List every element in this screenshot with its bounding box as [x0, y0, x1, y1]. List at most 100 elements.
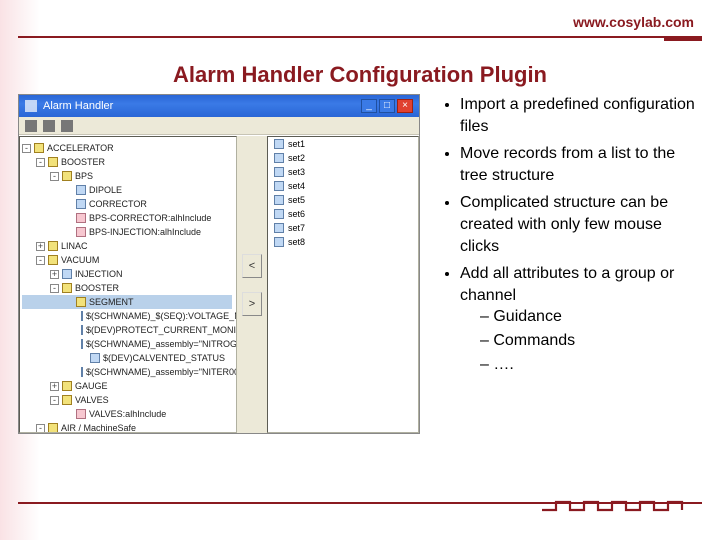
tree-node[interactable]: + INJECTION	[22, 267, 232, 281]
tree-node[interactable]: CORRECTOR	[22, 197, 232, 211]
close-button[interactable]: ×	[397, 99, 413, 113]
list-item-label: set7	[288, 221, 305, 235]
list-item-label: set3	[288, 165, 305, 179]
list-pane[interactable]: set1set2set3set4set5set6set7set8	[267, 136, 419, 433]
tree-expand-icon[interactable]: -	[50, 172, 59, 181]
tree-expand-icon[interactable]: +	[50, 270, 59, 279]
bullet-item: Import a predefined configuration files	[460, 94, 702, 137]
sub-bullet-item: Commands	[480, 330, 702, 352]
tree-node[interactable]: SEGMENT	[22, 295, 232, 309]
tree-node-icon	[62, 283, 72, 293]
list-item[interactable]: set6	[268, 207, 418, 221]
bullet-list: Import a predefined configuration files …	[440, 94, 702, 480]
list-item-label: set2	[288, 151, 305, 165]
tree-node-icon	[48, 157, 58, 167]
list-item[interactable]: set2	[268, 151, 418, 165]
list-item-label: set4	[288, 179, 305, 193]
tree-expand-icon[interactable]: -	[36, 158, 45, 167]
bullet-item: Move records from a list to the tree str…	[460, 143, 702, 186]
list-item-icon	[274, 209, 284, 219]
list-item-icon	[274, 153, 284, 163]
tree-expand-icon[interactable]: -	[50, 284, 59, 293]
tree-expand-icon[interactable]: +	[50, 382, 59, 391]
slide-title: Alarm Handler Configuration Plugin	[0, 62, 720, 88]
list-item[interactable]: set4	[268, 179, 418, 193]
tree-pane[interactable]: -ACCELERATOR-BOOSTER-BPSDIPOLECORRECTORB…	[19, 136, 237, 433]
tree-node[interactable]: - VACUUM	[22, 253, 232, 267]
crenellation-icon	[542, 500, 702, 520]
list-item-label: set1	[288, 137, 305, 151]
toolbar-icon[interactable]	[43, 120, 55, 132]
move-right-button[interactable]: >	[242, 292, 262, 316]
transfer-pane: < >	[237, 136, 267, 433]
tree-node[interactable]: + GAUGE	[22, 379, 232, 393]
bullet-item: Add all attributes to a group or channel…	[460, 263, 702, 375]
tree-node-icon	[62, 171, 72, 181]
list-item-icon	[274, 139, 284, 149]
app-icon	[25, 100, 37, 112]
tree-node[interactable]: - ACCELERATOR	[22, 141, 232, 155]
window-titlebar: Alarm Handler _ □ ×	[19, 95, 419, 117]
tree-node-label: INJECTION	[75, 267, 123, 281]
tree-node-label: BOOSTER	[75, 281, 119, 295]
tree-node-icon	[34, 143, 44, 153]
tree-node[interactable]: DIPOLE	[22, 183, 232, 197]
tree-node-label: VACUUM	[61, 253, 99, 267]
minimize-button[interactable]: _	[361, 99, 377, 113]
tree-node-icon	[81, 325, 83, 335]
tree-node[interactable]: $(DEV)PROTECT_CURRENT_MONITOR	[22, 323, 232, 337]
tree-expand-icon[interactable]: -	[36, 256, 45, 265]
tree-expand-icon[interactable]: -	[36, 424, 45, 433]
tree-node-label: DIPOLE	[89, 183, 122, 197]
list-item[interactable]: set1	[268, 137, 418, 151]
tree-expand-icon[interactable]: -	[50, 396, 59, 405]
tree-node[interactable]: - BOOSTER	[22, 155, 232, 169]
tree-node[interactable]: $(DEV)CALVENTED_STATUS	[22, 351, 232, 365]
tree-node[interactable]: + LINAC	[22, 239, 232, 253]
tree-expand-icon[interactable]: +	[36, 242, 45, 251]
tree-node-icon	[81, 311, 83, 321]
toolbar-icon[interactable]	[25, 120, 37, 132]
tree-node-label: $(DEV)PROTECT_CURRENT_MONITOR	[86, 323, 237, 337]
maximize-button[interactable]: □	[379, 99, 395, 113]
tree-node-icon	[76, 297, 86, 307]
tree-node[interactable]: - BOOSTER	[22, 281, 232, 295]
list-item[interactable]: set8	[268, 235, 418, 249]
tree-node[interactable]: BPS-CORRECTOR:alhInclude	[22, 211, 232, 225]
list-item-icon	[274, 167, 284, 177]
tree-node[interactable]: VALVES:alhInclude	[22, 407, 232, 421]
toolbar-icon[interactable]	[61, 120, 73, 132]
tree-node[interactable]: $(SCHWNAME)_$(SEQ):VOLTAGE_MONITOR	[22, 309, 232, 323]
move-left-button[interactable]: <	[242, 254, 262, 278]
list-item[interactable]: set3	[268, 165, 418, 179]
top-rule	[18, 36, 702, 38]
tree-expand-icon[interactable]: -	[22, 144, 31, 153]
tree-node-label: LINAC	[61, 239, 88, 253]
tree-node-label: BOOSTER	[61, 155, 105, 169]
tree-node[interactable]: $(SCHWNAME)_assembly="NITER002SWITCH"	[22, 365, 232, 379]
tree-node-icon	[62, 269, 72, 279]
sub-bullet-item: Guidance	[480, 306, 702, 328]
list-item-icon	[274, 181, 284, 191]
window-title: Alarm Handler	[43, 100, 113, 112]
tree-node-icon	[90, 353, 100, 363]
list-item-icon	[274, 237, 284, 247]
tree-node[interactable]: -BPS	[22, 169, 232, 183]
tree-node-label: GAUGE	[75, 379, 108, 393]
tree-node[interactable]: - AIR / MachineSafe	[22, 421, 232, 433]
tree-node-label: BPS-CORRECTOR:alhInclude	[89, 211, 211, 225]
tree-node[interactable]: BPS-INJECTION:alhInclude	[22, 225, 232, 239]
tree-node[interactable]: $(SCHWNAME)_assembly="NITROGENSWITCH"	[22, 337, 232, 351]
list-item[interactable]: set5	[268, 193, 418, 207]
tree-node-icon	[62, 395, 72, 405]
tree-node-label: ACCELERATOR	[47, 141, 114, 155]
tree-node-icon	[76, 185, 86, 195]
tree-node-label: AIR / MachineSafe	[61, 421, 136, 433]
tree-node-icon	[76, 213, 86, 223]
list-item[interactable]: set7	[268, 221, 418, 235]
tree-node-label: $(SCHWNAME)_assembly="NITROGENSWITCH"	[86, 337, 237, 351]
tree-node[interactable]: -VALVES	[22, 393, 232, 407]
list-item-icon	[274, 195, 284, 205]
header-url: www.cosylab.com	[573, 14, 694, 30]
tree-node-icon	[76, 227, 86, 237]
